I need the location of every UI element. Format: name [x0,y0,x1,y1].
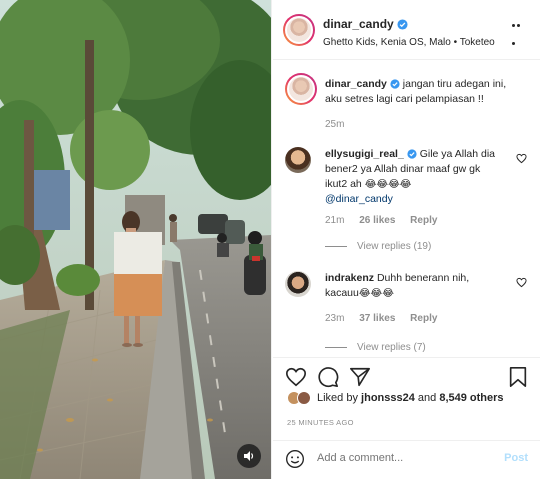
comment-item: indrakenz Duhh benerann nih, kacauu😂😂😂 2… [285,271,527,357]
commenter-avatar[interactable] [285,271,311,297]
video-frame-image [0,0,271,479]
commenter-avatar[interactable] [285,147,311,173]
heart-icon[interactable] [285,366,307,388]
verified-badge-icon [397,19,408,30]
add-comment-input[interactable] [317,452,477,464]
post-header: dinar_candy Ghetto Kids, Kenia OS, Malo … [273,0,540,60]
comment-item: ellysugigi_real_ Gile ya Allah dia bener… [285,147,527,257]
liked-by-user[interactable]: jhonsss24 [361,392,415,404]
audio-track[interactable]: Ghetto Kids, Kenia OS, Malo • Toketeo [323,37,495,48]
author-avatar[interactable] [283,14,315,46]
comments-section: dinar_candy jangan tiru adegan ini, aku … [273,61,540,357]
liked-by-prefix: Liked by [317,392,358,404]
comment-like-heart-icon[interactable] [516,277,527,288]
comment-mention[interactable]: @dinar_candy [325,193,393,205]
post-comment-button[interactable]: Post [504,452,528,464]
liked-by-others[interactable]: 8,549 others [439,392,503,404]
sound-toggle-button[interactable] [237,444,261,468]
liked-by-and: and [417,392,437,404]
post-timestamp: 25 MINUTES AGO [287,418,354,427]
comment-likes[interactable]: 37 likes [359,313,395,324]
more-options-icon[interactable] [512,24,526,45]
reply-button[interactable]: Reply [410,313,437,324]
reply-button[interactable]: Reply [410,215,437,226]
comment-time: 21m [325,215,345,226]
caption-username[interactable]: dinar_candy [325,78,387,90]
view-replies-button[interactable]: View replies (19) [325,241,431,252]
verified-badge-icon [407,149,417,159]
comment-emojis: 😂😂😂😂 [364,179,412,190]
caption: dinar_candy jangan tiru adegan ini, aku … [285,73,527,133]
comment-time: 23m [325,313,345,324]
caption-time: 25m [325,119,345,130]
comment-emojis: 😂😂😂 [358,288,394,299]
comment-like-heart-icon[interactable] [516,153,527,164]
bookmark-icon[interactable] [507,366,529,388]
verified-badge-icon [390,79,400,89]
likes-summary: Liked by jhonsss24 and 8,549 others [287,391,504,405]
view-replies-label: View replies (7) [357,342,426,353]
add-comment-bar: Post [273,440,540,479]
share-icon[interactable] [349,366,371,388]
post-video[interactable] [0,0,272,479]
view-replies-label: View replies (19) [357,241,432,252]
view-replies-button[interactable]: View replies (7) [325,342,426,353]
comment-likes[interactable]: 26 likes [359,215,395,226]
emoji-icon[interactable] [285,449,305,469]
caption-author-avatar[interactable] [285,73,317,105]
commenter-username[interactable]: ellysugigi_real_ [325,148,404,160]
sound-icon [244,451,254,461]
author-username[interactable]: dinar_candy [323,17,394,31]
post-sidebar: dinar_candy Ghetto Kids, Kenia OS, Malo … [273,0,540,479]
comment-icon[interactable] [317,366,339,388]
liker-avatar [297,391,311,405]
commenter-username[interactable]: indrakenz [325,272,374,284]
